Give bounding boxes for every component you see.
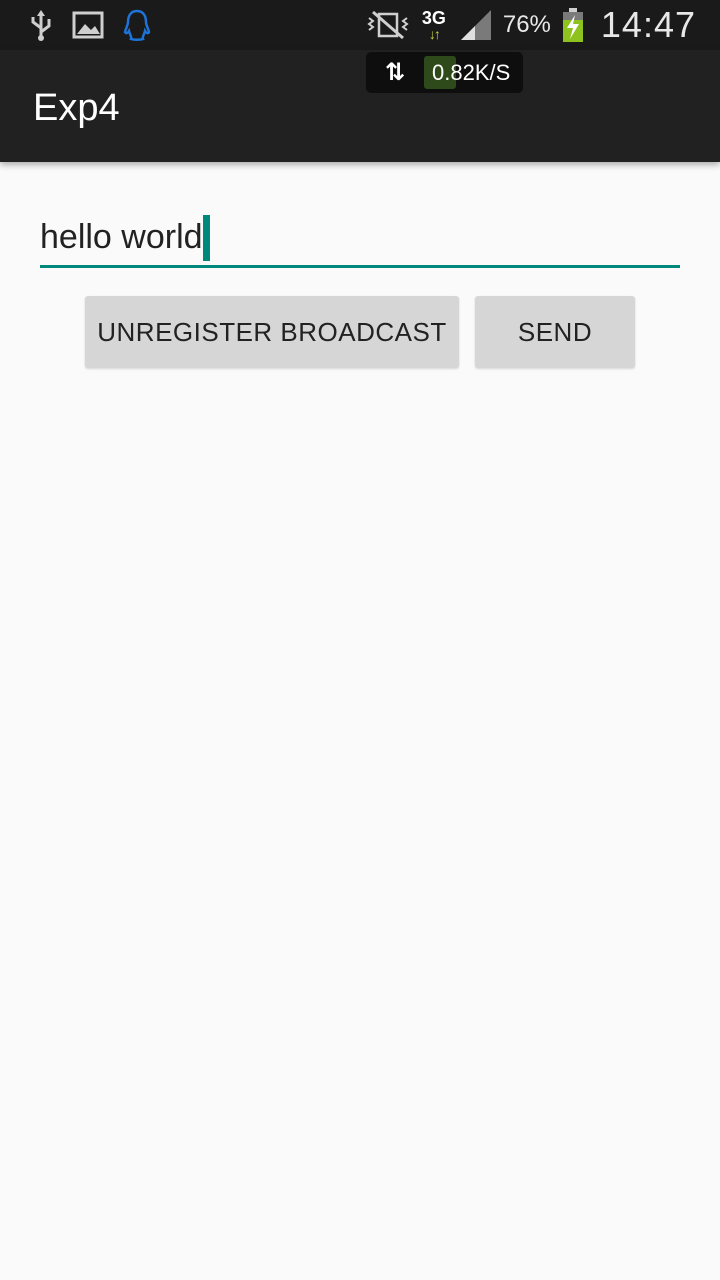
app-title: Exp4 (33, 87, 120, 129)
clock: 14:47 (600, 4, 696, 45)
network-speed: 0.82K/S (432, 60, 511, 85)
signal-icon (460, 10, 491, 40)
network-speed-indicator: ⇅ 0.82K/S (366, 52, 523, 93)
network-type: 3G (421, 8, 446, 28)
3g-data-icon: 3G ↓↑ (419, 9, 449, 41)
message-input[interactable]: hello world (40, 210, 680, 268)
battery-charging-icon (562, 8, 583, 42)
battery-percent: 76% (502, 11, 551, 38)
message-input-text[interactable]: hello world (40, 218, 203, 257)
system-status: 3G ↓↑ 76% 14:47 (367, 0, 696, 50)
mute-vibrate-icon (367, 10, 409, 40)
status-bar: 3G ↓↑ 76% 14:47 (0, 0, 720, 50)
app-bar: Exp4 (0, 50, 720, 162)
data-activity-arrows: ↓↑ (428, 26, 441, 42)
qq-penguin-icon (123, 9, 151, 41)
send-button[interactable]: SEND (475, 296, 635, 368)
transfer-arrows-icon: ⇅ (384, 59, 406, 86)
notification-icons (28, 8, 152, 42)
image-icon (72, 11, 104, 39)
usb-icon (31, 10, 51, 41)
unregister-broadcast-button[interactable]: UNREGISTER BROADCAST (85, 296, 459, 368)
text-cursor (203, 215, 210, 261)
